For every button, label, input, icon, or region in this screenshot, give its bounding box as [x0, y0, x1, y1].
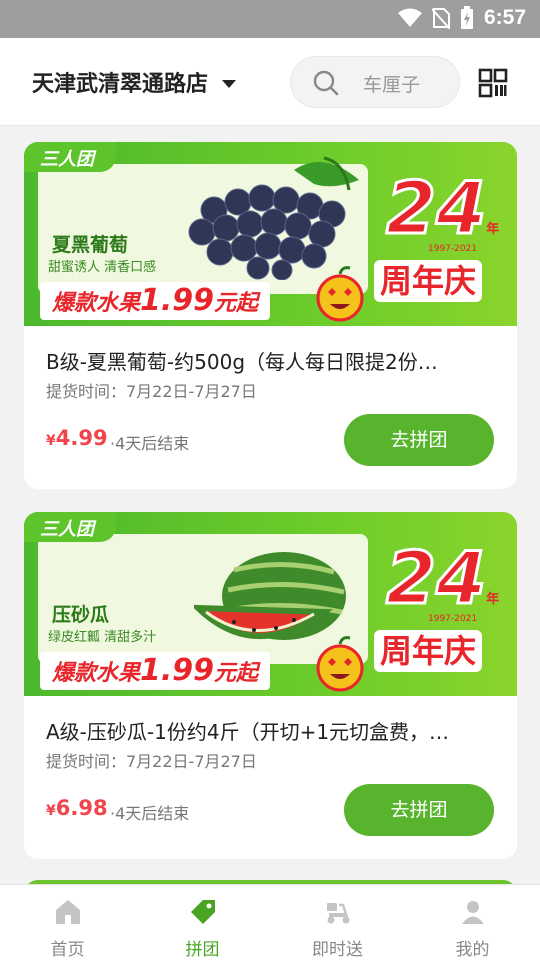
home-icon [56, 900, 80, 924]
product-card[interactable]: 三人团 压砂瓜 绿皮红瓤 清甜多汁 爆款水果1.99元起 24年 1997-20… [24, 512, 517, 859]
banner-promo: 爆款水果1.99元起 [40, 282, 271, 320]
anniversary-years: 1997-2021 [428, 614, 478, 624]
status-bar: 6:57 [0, 0, 540, 38]
tab-home[interactable]: 首页 [0, 885, 135, 960]
pickup-time: 提货时间：7月22日-7月27日 [46, 752, 257, 771]
search-placeholder: 车厘子 [363, 74, 421, 96]
tab-mine[interactable]: 我的 [405, 885, 540, 960]
product-banner: 三人团 夏黑葡萄 甜蜜诱人 清香口感 爆款水果1.99元起 24年 1997-2… [24, 142, 517, 326]
person-icon [462, 901, 484, 924]
anniversary-years: 1997-2021 [428, 244, 478, 254]
anniversary-digits: 24 [384, 166, 487, 250]
banner-fruit-slogan: 绿皮红瓤 清甜多汁 [48, 630, 157, 645]
pickup-time: 提货时间：7月22日-7月27日 [46, 382, 257, 401]
anniversary-label: 周年庆 [374, 630, 483, 672]
product-card[interactable]: 三人团 夏黑葡萄 甜蜜诱人 清香口感 爆款水果1.99元起 24年 1997-2… [24, 142, 517, 489]
apple-mascot-icon [316, 636, 364, 692]
banner-fruit-name: 压砂瓜 [52, 604, 110, 626]
promo-suffix: 元起 [214, 291, 259, 316]
product-banner: 三人团 压砂瓜 绿皮红瓤 清甜多汁 爆款水果1.99元起 24年 1997-20… [24, 512, 517, 696]
price-value: 6.98 [55, 796, 108, 820]
caret-down-icon [222, 80, 237, 88]
qr-code-icon[interactable] [478, 68, 508, 98]
wifi-icon [397, 8, 422, 27]
bottom-tab-bar: 首页 拼团 即时送 我的 [0, 884, 540, 960]
clock: 6:57 [483, 6, 526, 29]
store-name: 天津武清翠通路店 [32, 72, 209, 97]
header: 天津武清翠通路店 车厘子 [0, 38, 540, 126]
tab-label: 即时送 [312, 940, 363, 960]
promo-prefix: 爆款水果 [52, 291, 141, 316]
search-box[interactable]: 车厘子 [290, 56, 460, 108]
promo-price: 1.99 [140, 653, 215, 688]
countdown-text: ·4天后结束 [110, 804, 190, 823]
anniversary-unit: 年 [486, 592, 500, 607]
product-price: ¥4.99 [46, 426, 108, 450]
tag-icon [191, 900, 215, 924]
tab-instant-delivery[interactable]: 即时送 [270, 885, 405, 960]
apple-mascot-icon [316, 266, 364, 322]
join-group-button[interactable]: 去拼团 [344, 414, 494, 466]
promo-prefix: 爆款水果 [52, 661, 141, 686]
store-selector[interactable]: 天津武清翠通路店 [32, 66, 237, 98]
countdown-text: ·4天后结束 [110, 434, 190, 453]
anniversary-digits: 24 [384, 536, 487, 620]
currency-symbol: ¥ [46, 433, 56, 449]
product-price: ¥6.98 [46, 796, 108, 820]
group-tag: 三人团 [24, 512, 116, 542]
tab-label: 我的 [455, 940, 490, 960]
banner-promo: 爆款水果1.99元起 [40, 652, 271, 690]
banner-fruit-name: 夏黑葡萄 [52, 234, 129, 256]
product-name: B级-夏黑葡萄-约500g（每人每日限提2份… [46, 350, 438, 374]
tab-label: 首页 [50, 940, 85, 960]
scooter-icon [327, 903, 350, 924]
currency-symbol: ¥ [46, 803, 56, 819]
tab-label: 拼团 [185, 940, 220, 960]
tab-group-buy[interactable]: 拼团 [135, 885, 270, 960]
promo-price: 1.99 [140, 283, 215, 318]
banner-fruit-slogan: 甜蜜诱人 清香口感 [48, 260, 157, 275]
promo-suffix: 元起 [214, 661, 259, 686]
anniversary-unit: 年 [486, 222, 500, 237]
grapes-image [188, 156, 359, 280]
product-name: A级-压砂瓜-1份约4斤（开切+1元切盒费，… [46, 720, 450, 744]
no-sim-icon [431, 8, 450, 29]
battery-charging-icon [460, 6, 473, 29]
search-icon [313, 70, 339, 96]
anniversary-label: 周年庆 [374, 260, 483, 302]
join-group-button[interactable]: 去拼团 [344, 784, 494, 836]
group-tag: 三人团 [24, 142, 116, 172]
status-icons: 6:57 [397, 6, 526, 30]
price-value: 4.99 [55, 426, 108, 450]
